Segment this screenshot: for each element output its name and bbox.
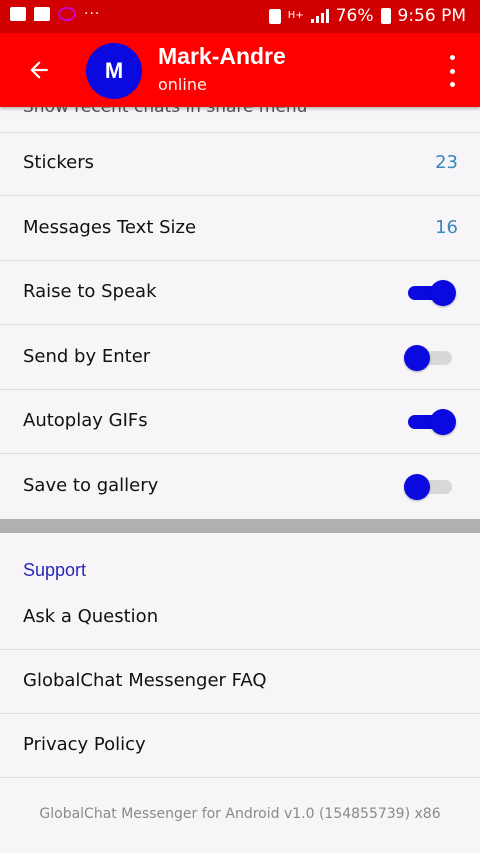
autoplay-gifs-toggle[interactable] bbox=[404, 409, 456, 435]
support-section-header: Support bbox=[23, 560, 87, 580]
raise-to-speak-setting[interactable]: Raise to Speak bbox=[0, 261, 480, 325]
chat-icon bbox=[34, 7, 50, 21]
section-divider bbox=[0, 519, 480, 533]
more-notifications-icon: ··· bbox=[84, 6, 101, 22]
privacy-policy-item[interactable]: Privacy Policy bbox=[0, 714, 480, 778]
text-size-setting[interactable]: Messages Text Size 16 bbox=[0, 197, 480, 261]
image-icon bbox=[10, 7, 26, 21]
avatar[interactable]: M bbox=[86, 43, 142, 99]
stickers-count: 23 bbox=[435, 152, 458, 173]
status-bar: ··· H+ 76% 9:56 PM bbox=[0, 0, 480, 33]
back-arrow-icon[interactable] bbox=[22, 53, 56, 87]
back-arrow-icon-svg bbox=[30, 61, 48, 79]
send-by-enter-toggle[interactable] bbox=[404, 345, 456, 371]
app-logo-icon bbox=[58, 7, 76, 21]
send-by-enter-label: Send by Enter bbox=[23, 346, 151, 367]
battery-percent: 76% bbox=[335, 6, 374, 26]
network-type: H+ bbox=[287, 10, 304, 21]
status-bar-right: H+ 76% 9:56 PM bbox=[268, 6, 467, 26]
save-to-gallery-toggle[interactable] bbox=[404, 474, 456, 500]
raise-to-speak-toggle[interactable] bbox=[404, 280, 456, 306]
contact-name[interactable]: Mark-Andre bbox=[158, 43, 286, 70]
save-to-gallery-setting[interactable]: Save to gallery bbox=[0, 455, 480, 519]
faq-label: GlobalChat Messenger FAQ bbox=[23, 670, 267, 691]
stickers-setting[interactable]: Stickers 23 bbox=[0, 132, 480, 196]
save-to-gallery-label: Save to gallery bbox=[23, 475, 159, 496]
stickers-label: Stickers bbox=[23, 152, 95, 173]
chat-header: M Mark-Andre online bbox=[0, 33, 480, 107]
faq-item[interactable]: GlobalChat Messenger FAQ bbox=[0, 650, 480, 714]
text-size-value: 16 bbox=[435, 217, 458, 238]
notification-icon bbox=[268, 8, 281, 24]
app-version: GlobalChat Messenger for Android v1.0 (1… bbox=[39, 806, 441, 822]
privacy-policy-label: Privacy Policy bbox=[23, 734, 146, 755]
clock: 9:56 PM bbox=[397, 6, 467, 26]
overflow-menu-icon[interactable] bbox=[444, 55, 460, 87]
text-size-label: Messages Text Size bbox=[23, 217, 197, 238]
raise-to-speak-label: Raise to Speak bbox=[23, 281, 157, 302]
ask-question-item[interactable]: Ask a Question bbox=[0, 586, 480, 650]
signal-icon bbox=[310, 9, 329, 23]
contact-status: online bbox=[158, 75, 207, 94]
status-bar-left: ··· bbox=[10, 6, 100, 22]
autoplay-gifs-label: Autoplay GIFs bbox=[23, 410, 148, 431]
battery-icon bbox=[380, 8, 391, 24]
autoplay-gifs-setting[interactable]: Autoplay GIFs bbox=[0, 390, 480, 454]
send-by-enter-setting[interactable]: Send by Enter bbox=[0, 326, 480, 390]
ask-question-label: Ask a Question bbox=[23, 606, 159, 627]
